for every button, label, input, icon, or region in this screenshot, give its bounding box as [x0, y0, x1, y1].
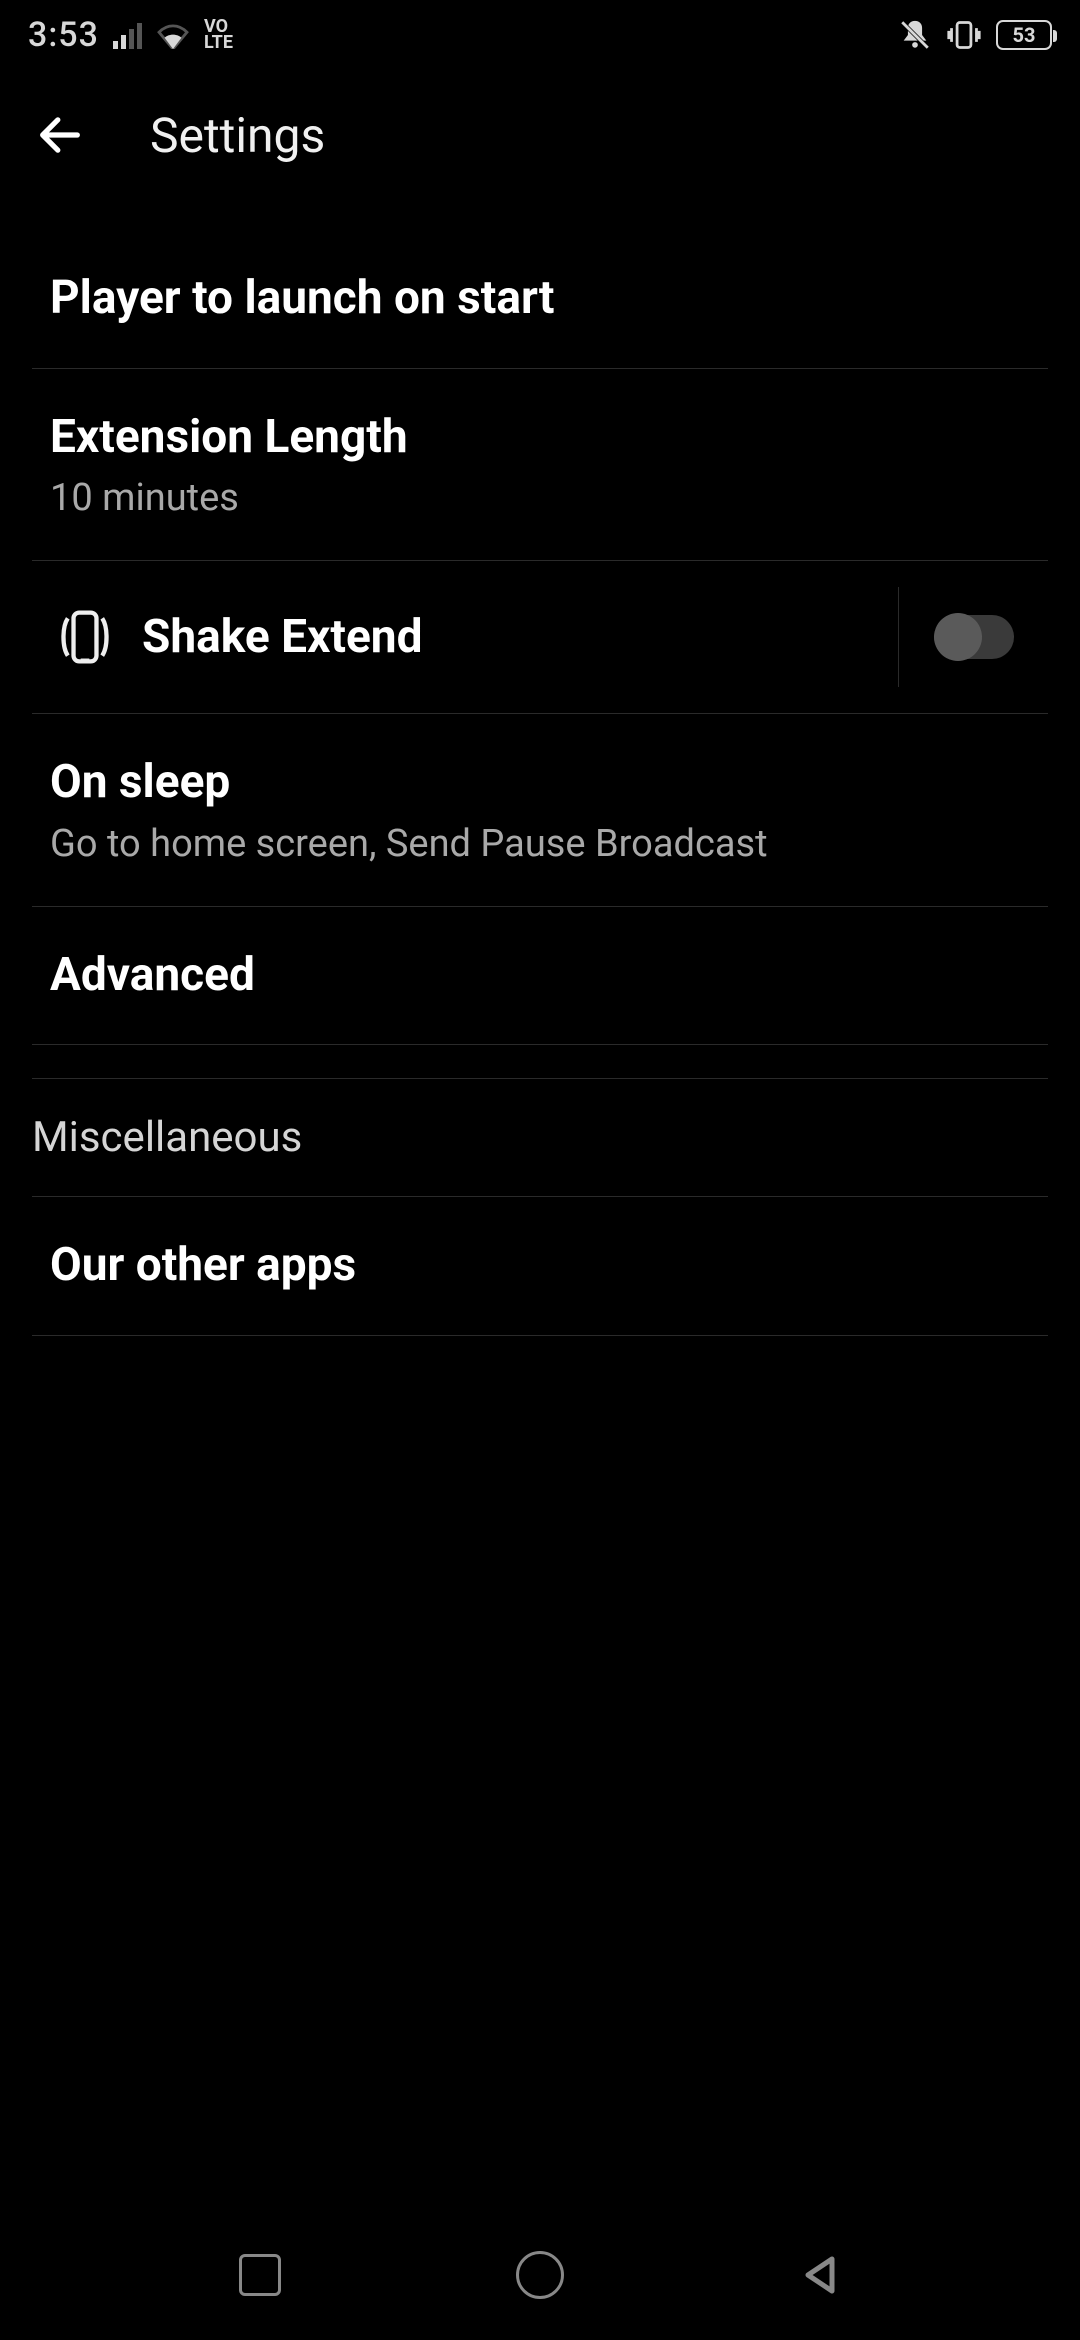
switch-container: [898, 587, 1048, 687]
shake-phone-icon: [50, 604, 120, 670]
vibrate-icon: [946, 18, 982, 52]
row-other-apps[interactable]: Our other apps: [32, 1197, 1048, 1336]
row-extension-length[interactable]: Extension Length 10 minutes: [32, 369, 1048, 562]
back-button[interactable]: [30, 105, 90, 165]
volte-bot: LTE: [204, 35, 233, 51]
status-clock: 3:53: [28, 15, 99, 55]
toggle-knob: [934, 613, 982, 661]
row-title: Advanced: [50, 947, 1030, 1005]
section-header-misc: Miscellaneous: [32, 1079, 1048, 1197]
triangle-left-icon: [796, 2251, 844, 2299]
page-title: Settings: [150, 107, 325, 164]
circle-icon: [516, 2251, 564, 2299]
row-shake-extend[interactable]: Shake Extend: [32, 561, 1048, 714]
nav-home-button[interactable]: [510, 2245, 570, 2305]
row-title: Player to launch on start: [50, 270, 1030, 328]
mute-icon: [898, 18, 932, 52]
system-navbar: [0, 2210, 1080, 2340]
row-title: Extension Length: [50, 409, 1030, 467]
row-title: On sleep: [50, 754, 1030, 812]
volte-icon: VO LTE: [204, 19, 233, 51]
status-bar: 3:53 VO LTE: [0, 0, 1080, 70]
nav-recent-button[interactable]: [230, 2245, 290, 2305]
shake-extend-toggle[interactable]: [934, 615, 1014, 659]
section-gap: [32, 1049, 1048, 1079]
row-title: Shake Extend: [120, 610, 898, 664]
app-header: Settings: [0, 70, 1080, 200]
square-icon: [239, 2254, 281, 2296]
row-on-sleep[interactable]: On sleep Go to home screen, Send Pause B…: [32, 714, 1048, 907]
status-left: 3:53 VO LTE: [28, 15, 233, 55]
nav-back-button[interactable]: [790, 2245, 850, 2305]
row-player-launch[interactable]: Player to launch on start: [32, 230, 1048, 369]
row-advanced[interactable]: Advanced: [32, 907, 1048, 1046]
arrow-left-icon: [34, 109, 86, 161]
status-right: 53: [898, 18, 1052, 52]
row-subtitle: Go to home screen, Send Pause Broadcast: [50, 822, 1030, 866]
battery-icon: 53: [996, 20, 1052, 50]
row-subtitle: 10 minutes: [50, 476, 1030, 520]
wifi-icon: [156, 21, 190, 49]
cellular-signal-icon: [113, 21, 142, 49]
settings-list: Player to launch on start Extension Leng…: [0, 230, 1080, 1336]
row-title: Our other apps: [50, 1237, 1030, 1295]
battery-level: 53: [1013, 23, 1036, 47]
